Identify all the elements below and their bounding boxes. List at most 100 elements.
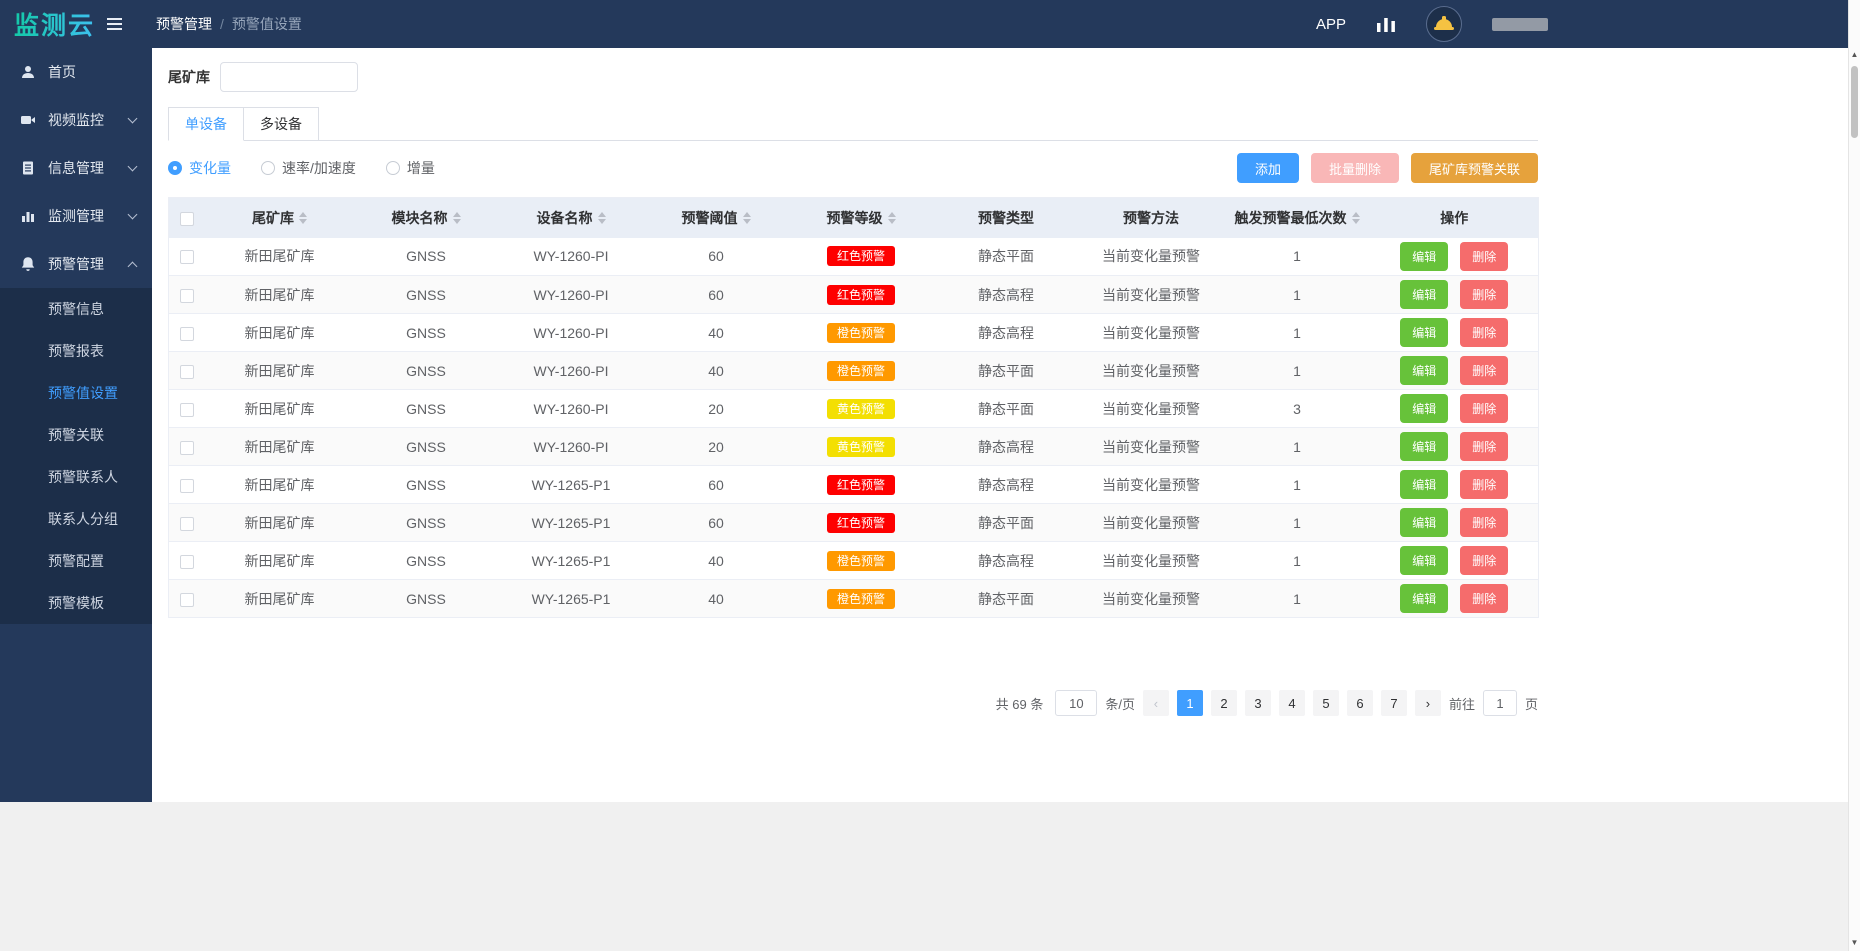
column-header-method: 预警方法 [1079,198,1224,238]
delete-button[interactable]: 删除 [1460,584,1508,613]
menu-collapse-icon[interactable] [107,18,122,30]
sidebar-item-monitoring-management[interactable]: 监测管理 [0,192,152,240]
tailing-filter-label: 尾矿库 [168,67,210,87]
delete-button[interactable]: 删除 [1460,318,1508,347]
row-checkbox[interactable] [180,250,194,264]
cell-module: GNSS [354,428,499,466]
sidebar-item-label: 信息管理 [48,158,104,178]
bar-chart-icon[interactable] [1376,15,1396,33]
vertical-scrollbar[interactable]: ▲ ▼ [1848,0,1860,951]
delete-button[interactable]: 删除 [1460,470,1508,499]
row-checkbox[interactable] [180,365,194,379]
delete-button[interactable]: 删除 [1460,242,1508,271]
radio-option[interactable]: 速率/加速度 [261,158,356,178]
sidebar-item-info-management[interactable]: 信息管理 [0,144,152,192]
edit-button[interactable]: 编辑 [1400,318,1448,347]
row-checkbox[interactable] [180,289,194,303]
sort-icon[interactable] [598,212,606,224]
sort-icon[interactable] [1352,212,1360,224]
column-header-tailing[interactable]: 尾矿库 [206,198,354,238]
row-checkbox[interactable] [180,555,194,569]
radio-option[interactable]: 增量 [386,158,435,178]
select-all-checkbox[interactable] [180,212,194,226]
scroll-up-icon[interactable]: ▲ [1849,50,1860,59]
scrollbar-thumb[interactable] [1851,66,1858,138]
row-checkbox[interactable] [180,327,194,341]
app-link[interactable]: APP [1316,16,1346,33]
sidebar-item-warning-management[interactable]: 预警管理 [0,240,152,288]
row-checkbox[interactable] [180,441,194,455]
username-redacted[interactable] [1492,18,1548,31]
page-size-select[interactable]: 10 [1055,690,1097,716]
page-button[interactable]: 4 [1279,690,1305,716]
delete-button[interactable]: 删除 [1460,432,1508,461]
column-header-level[interactable]: 预警等级 [789,198,934,238]
delete-button[interactable]: 删除 [1460,356,1508,385]
add-button[interactable]: 添加 [1237,153,1299,183]
breadcrumb: 预警管理 / 预警值设置 [156,14,302,34]
edit-button[interactable]: 编辑 [1400,584,1448,613]
row-checkbox[interactable] [180,403,194,417]
cell-device: WY-1265-P1 [499,466,644,504]
prev-page-button[interactable]: ‹ [1143,690,1169,716]
edit-button[interactable]: 编辑 [1400,546,1448,575]
edit-button[interactable]: 编辑 [1400,394,1448,423]
edit-button[interactable]: 编辑 [1400,508,1448,537]
cell-actions: 编辑 删除 [1371,580,1539,618]
radio-option[interactable]: 变化量 [168,158,231,178]
breadcrumb-current: 预警值设置 [232,14,302,34]
page-button[interactable]: 1 [1177,690,1203,716]
sidebar-subitem[interactable]: 预警模板 [0,582,152,624]
sort-icon[interactable] [453,212,461,224]
page-button[interactable]: 7 [1381,690,1407,716]
next-page-button[interactable]: › [1415,690,1441,716]
page-button[interactable]: 3 [1245,690,1271,716]
sidebar-subitem[interactable]: 预警报表 [0,330,152,372]
tailing-warning-link-button[interactable]: 尾矿库预警关联 [1411,153,1538,183]
edit-button[interactable]: 编辑 [1400,470,1448,499]
cell-min-count: 1 [1224,504,1371,542]
delete-button[interactable]: 删除 [1460,546,1508,575]
sidebar-subitem[interactable]: 联系人分组 [0,498,152,540]
user-avatar[interactable] [1426,6,1462,42]
sidebar-subitem[interactable]: 预警值设置 [0,372,152,414]
page-button[interactable]: 6 [1347,690,1373,716]
page-button[interactable]: 5 [1313,690,1339,716]
delete-button[interactable]: 删除 [1460,508,1508,537]
batch-delete-button[interactable]: 批量删除 [1311,153,1399,183]
delete-button[interactable]: 删除 [1460,280,1508,309]
column-header-min-count[interactable]: 触发预警最低次数 [1224,198,1371,238]
edit-button[interactable]: 编辑 [1400,432,1448,461]
sidebar-subitem[interactable]: 预警联系人 [0,456,152,498]
cell-checkbox [169,542,206,580]
sort-icon[interactable] [888,212,896,224]
tab-multi-device[interactable]: 多设备 [244,107,319,141]
cell-actions: 编辑 删除 [1371,504,1539,542]
sidebar-subitem[interactable]: 预警信息 [0,288,152,330]
scroll-down-icon[interactable]: ▼ [1849,938,1860,947]
column-header-module[interactable]: 模块名称 [354,198,499,238]
tailing-filter-input[interactable] [220,62,358,92]
table-header-row: 尾矿库 模块名称 设备名称 预警阈值 预警等级 预警类型 预警方法 触发预警最低… [169,198,1539,238]
sidebar-subitem[interactable]: 预警配置 [0,540,152,582]
edit-button[interactable]: 编辑 [1400,356,1448,385]
row-checkbox[interactable] [180,479,194,493]
tab-single-device[interactable]: 单设备 [168,107,244,141]
column-header-device[interactable]: 设备名称 [499,198,644,238]
sort-icon[interactable] [299,212,307,224]
row-checkbox[interactable] [180,593,194,607]
breadcrumb-section[interactable]: 预警管理 [156,14,212,34]
edit-button[interactable]: 编辑 [1400,280,1448,309]
row-checkbox[interactable] [180,517,194,531]
sidebar-subitem[interactable]: 预警关联 [0,414,152,456]
edit-button[interactable]: 编辑 [1400,242,1448,271]
sidebar-item-home[interactable]: 首页 [0,48,152,96]
delete-button[interactable]: 删除 [1460,394,1508,423]
cell-type: 静态高程 [934,466,1079,504]
sidebar-item-video-monitoring[interactable]: 视频监控 [0,96,152,144]
column-header-threshold[interactable]: 预警阈值 [644,198,789,238]
page-button[interactable]: 2 [1211,690,1237,716]
sort-icon[interactable] [743,212,751,224]
goto-page-input[interactable] [1483,690,1517,716]
cell-tailing: 新田尾矿库 [206,314,354,352]
